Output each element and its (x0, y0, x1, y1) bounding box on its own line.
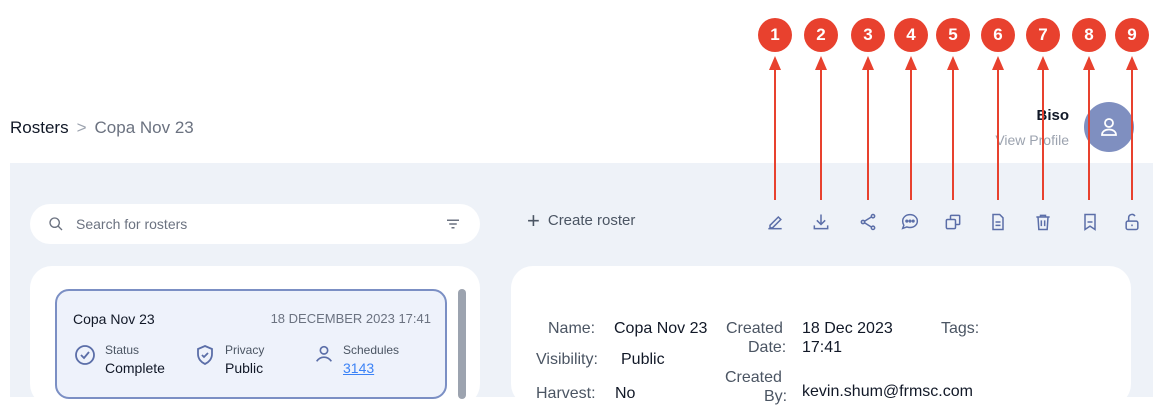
status-stat: Status Complete (73, 343, 165, 376)
annotation-arrowhead (1037, 56, 1049, 70)
privacy-label: Privacy (225, 343, 265, 357)
share-icon[interactable] (856, 210, 880, 234)
annotation-arrow (1131, 62, 1133, 200)
roster-list-scrollbar[interactable] (458, 289, 466, 399)
status-label: Status (105, 343, 140, 357)
annotation-badge-8: 8 (1072, 18, 1106, 52)
annotation-arrowhead (1083, 56, 1095, 70)
annotation-arrow (1088, 62, 1090, 200)
view-profile-link[interactable]: View Profile (995, 132, 1069, 148)
roster-card-date: 18 DECEMBER 2023 17:41 (270, 311, 431, 326)
profile-block: Biso View Profile (995, 107, 1069, 148)
annotation-arrow (997, 62, 999, 200)
schedules-stat: Schedules 3143 (313, 343, 399, 376)
annotation-arrowhead (992, 56, 1004, 70)
annotation-arrow (952, 62, 954, 200)
annotation-badge-5: 5 (936, 18, 970, 52)
annotation-arrow (774, 62, 776, 200)
annotation-badge-3: 3 (851, 18, 885, 52)
harvest-label: Harvest: (536, 385, 596, 402)
plus-icon: + (527, 207, 540, 233)
profile-name: Biso (1036, 107, 1069, 124)
annotation-arrowhead (815, 56, 827, 70)
created-by-label: Created (725, 369, 782, 386)
duplicate-icon[interactable] (941, 210, 965, 234)
created-by-value: kevin.shum@frmsc.com (802, 383, 973, 400)
edit-icon[interactable] (763, 210, 787, 234)
annotation-badge-7: 7 (1026, 18, 1060, 52)
status-value: Complete (105, 360, 165, 376)
search-icon (49, 217, 63, 231)
avatar[interactable] (1084, 102, 1134, 152)
annotation-badge-4: 4 (894, 18, 928, 52)
bookmark-icon[interactable] (1078, 210, 1102, 234)
annotation-arrowhead (1126, 56, 1138, 70)
annotation-arrowhead (947, 56, 959, 70)
created-by-label-line2: By: (764, 388, 788, 405)
harvest-value: No (615, 385, 636, 402)
visibility-label: Visibility: (536, 351, 598, 368)
created-date-label-line1: Created (726, 320, 783, 337)
annotation-badge-6: 6 (981, 18, 1015, 52)
tags-label: Tags: (941, 320, 980, 337)
annotation-badge-1: 1 (758, 18, 792, 52)
breadcrumb: Rosters > Copa Nov 23 (10, 118, 194, 138)
annotation-badge-9: 9 (1115, 18, 1149, 52)
annotation-arrow (867, 62, 869, 200)
annotation-badge-2: 2 (804, 18, 838, 52)
download-icon[interactable] (809, 210, 833, 234)
annotation-arrowhead (769, 56, 781, 70)
breadcrumb-current: Copa Nov 23 (94, 118, 194, 137)
create-roster-label: Create roster (547, 212, 636, 229)
delete-icon[interactable] (1031, 210, 1055, 234)
breadcrumb-separator: > (76, 118, 87, 137)
search-input[interactable] (74, 215, 444, 233)
privacy-value: Public (225, 360, 264, 376)
filter-icon[interactable] (444, 215, 462, 233)
visibility-value: Public (621, 351, 665, 368)
privacy-stat: Privacy Public (193, 343, 264, 376)
breadcrumb-rosters-link[interactable]: Rosters (10, 118, 69, 138)
document-icon[interactable] (986, 210, 1010, 234)
check-circle-icon (75, 345, 95, 365)
search-bar (30, 204, 480, 244)
created-date-value-line1: 18 Dec 2023 (802, 320, 893, 337)
annotation-arrow (820, 62, 822, 200)
annotation-arrow (910, 62, 912, 200)
name-label: Name: (548, 320, 596, 337)
schedules-label: Schedules (343, 343, 400, 357)
annotation-arrow (1042, 62, 1044, 200)
roster-card-title: Copa Nov 23 (73, 311, 155, 327)
create-roster-button[interactable]: + Create roster (527, 207, 636, 233)
roster-card[interactable]: Copa Nov 23 18 DECEMBER 2023 17:41 Statu… (55, 289, 447, 399)
comment-icon[interactable] (898, 210, 922, 234)
shield-check-icon (197, 345, 213, 365)
unlock-icon[interactable] (1120, 210, 1144, 234)
top-bar (0, 0, 1153, 163)
annotation-arrowhead (862, 56, 874, 70)
schedules-link[interactable]: 3143 (343, 360, 399, 376)
created-date-label-line2: Date: (748, 339, 787, 356)
created-date-value-line2: 17:41 (802, 339, 843, 356)
user-icon (1101, 118, 1117, 136)
name-value: Copa Nov 23 (614, 320, 708, 337)
person-icon (315, 345, 333, 362)
annotation-arrowhead (905, 56, 917, 70)
